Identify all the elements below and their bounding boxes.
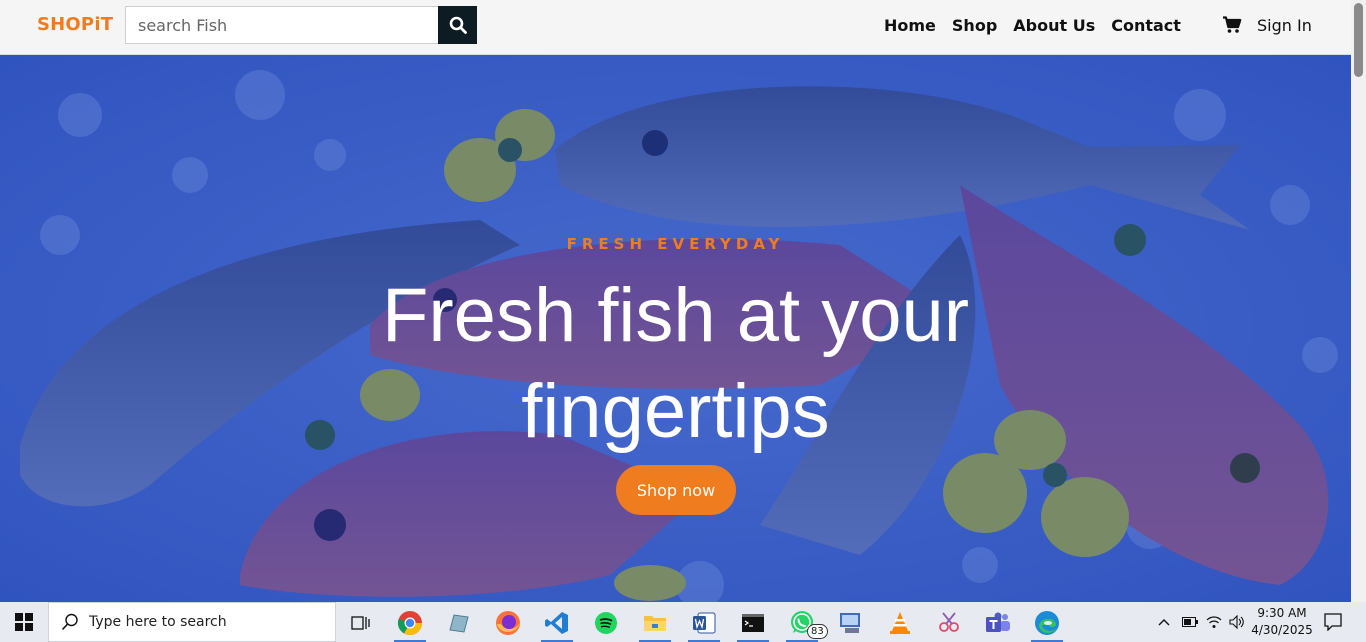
scissors-icon: [939, 612, 959, 632]
pc-manager-icon: [840, 613, 860, 633]
search-icon: [61, 613, 78, 631]
nav-contact[interactable]: Contact: [1111, 16, 1181, 35]
notification-icon: [1324, 613, 1342, 631]
whatsapp-unread-badge: 83: [807, 624, 828, 639]
firefox-icon: [496, 611, 520, 635]
search-bar: [125, 6, 477, 44]
vscode-taskbar-button[interactable]: [537, 606, 577, 642]
spotify-icon: [595, 612, 617, 634]
clock-time: 9:30 AM: [1257, 606, 1307, 620]
volume-control[interactable]: [1227, 602, 1247, 642]
hero-section: FRESH EVERYDAY Fresh fish at your finger…: [0, 55, 1351, 602]
chrome-icon: [397, 611, 422, 636]
page-scrollbar[interactable]: [1351, 0, 1366, 602]
search-button[interactable]: [438, 6, 477, 44]
task-view-icon: [351, 616, 370, 630]
pc-manager-taskbar-button[interactable]: [831, 606, 871, 640]
start-button[interactable]: [0, 602, 48, 642]
chrome-taskbar-button[interactable]: [390, 606, 430, 642]
word-taskbar-button[interactable]: [684, 606, 724, 642]
file-explorer-taskbar-button[interactable]: [635, 606, 675, 642]
notes-taskbar-button[interactable]: [439, 606, 479, 640]
clock-date: 4/30/2025: [1251, 623, 1313, 637]
vscode-icon: [545, 612, 568, 634]
search-icon: [449, 16, 467, 34]
hero-headline-line2: fingertips: [521, 369, 830, 454]
windows-taskbar: Type here to search 83 9:30 AM 4/30/2025: [0, 602, 1366, 642]
battery-icon: [1182, 617, 1198, 627]
main-nav: Home Shop About Us Contact: [884, 16, 1181, 35]
show-hidden-icons-button[interactable]: [1155, 602, 1173, 642]
edge-icon: [1035, 611, 1059, 635]
folder-icon: [644, 616, 666, 631]
word-icon: [693, 612, 716, 634]
chevron-up-icon: [1158, 619, 1170, 626]
spotify-taskbar-button[interactable]: [586, 606, 626, 640]
terminal-icon: [742, 614, 764, 632]
network-status[interactable]: [1204, 602, 1224, 642]
sign-in-link[interactable]: Sign In: [1257, 16, 1312, 35]
wifi-icon: [1206, 616, 1222, 628]
battery-status[interactable]: [1180, 602, 1200, 642]
firefox-taskbar-button[interactable]: [488, 606, 528, 640]
navbar: SHOPiT Home Shop About Us Contact Sign I…: [0, 0, 1351, 55]
teams-taskbar-button[interactable]: [978, 606, 1018, 640]
vlc-icon: [890, 612, 910, 634]
speaker-icon: [1229, 615, 1244, 629]
snipping-tool-taskbar-button[interactable]: [929, 606, 969, 640]
terminal-taskbar-button[interactable]: [733, 606, 773, 642]
hero-headline: Fresh fish at your fingertips: [300, 268, 1051, 460]
shop-now-button[interactable]: Shop now: [616, 465, 736, 515]
task-view-button[interactable]: [340, 606, 380, 640]
nav-about-us[interactable]: About Us: [1013, 16, 1095, 35]
windows-icon: [15, 613, 33, 631]
vlc-taskbar-button[interactable]: [880, 606, 920, 640]
hero-eyebrow: FRESH EVERYDAY: [566, 235, 785, 253]
edge-taskbar-button[interactable]: [1027, 606, 1067, 642]
taskbar-search-placeholder: Type here to search: [89, 614, 227, 630]
notifications-button[interactable]: [1318, 602, 1348, 642]
cart-button[interactable]: [1222, 16, 1242, 38]
cart-icon: [1223, 16, 1242, 33]
notes-icon: [449, 614, 469, 633]
scrollbar-thumb[interactable]: [1354, 3, 1363, 77]
nav-home[interactable]: Home: [884, 16, 936, 35]
taskbar-clock[interactable]: 9:30 AM 4/30/2025: [1250, 605, 1314, 639]
taskbar-search-box[interactable]: Type here to search: [48, 602, 336, 642]
hero-headline-line1: Fresh fish at your: [381, 273, 970, 358]
teams-icon: [986, 612, 1010, 632]
nav-shop[interactable]: Shop: [952, 16, 997, 35]
logo[interactable]: SHOPiT: [37, 14, 113, 35]
whatsapp-taskbar-button[interactable]: 83: [782, 606, 828, 642]
search-input[interactable]: [125, 6, 438, 44]
